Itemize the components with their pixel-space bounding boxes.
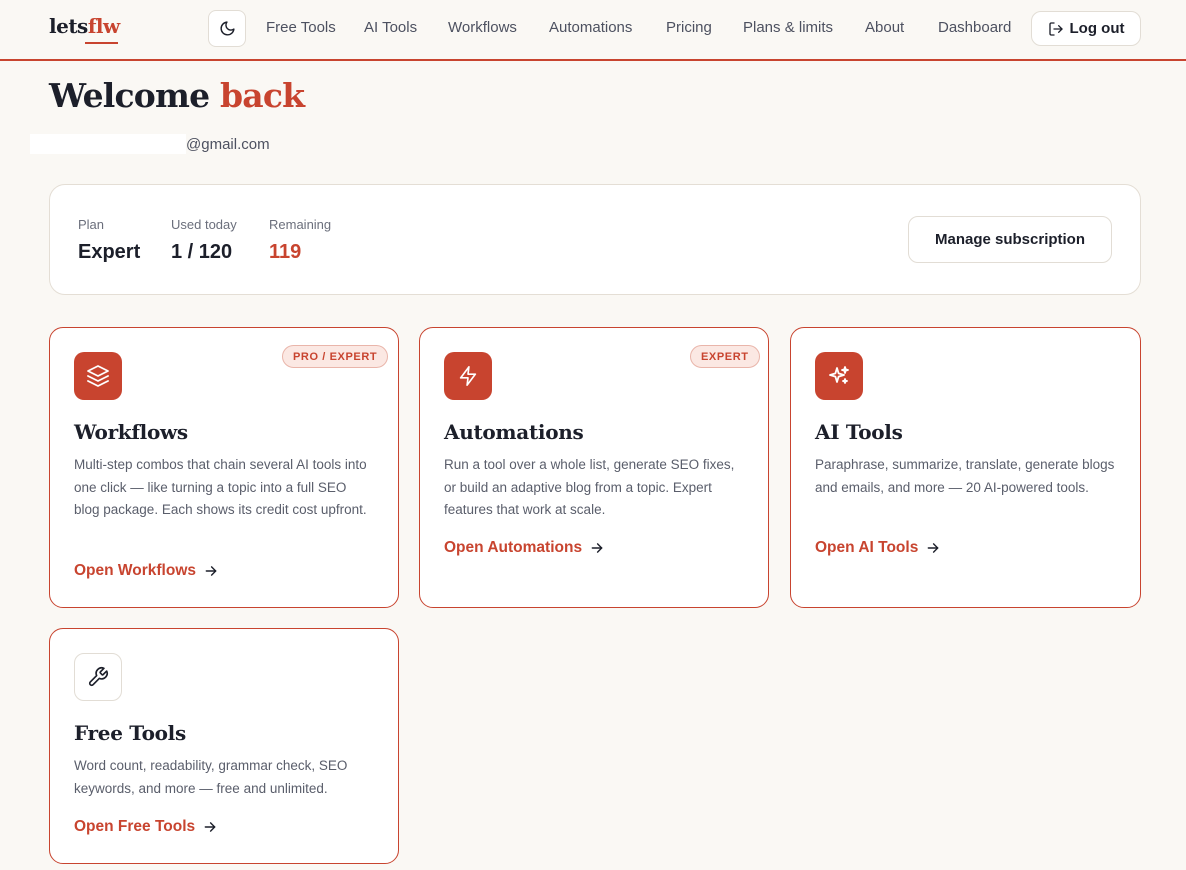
workflows-card[interactable]: PRO / EXPERT Workflows Multi-step combos…: [49, 327, 399, 608]
welcome-title-main: Welcome: [49, 76, 210, 115]
arrow-right-icon: [590, 541, 604, 555]
user-email: @gmail.com: [186, 136, 270, 153]
used-today-value: 1 / 120: [171, 241, 233, 263]
card-link-label: Open AI Tools: [815, 539, 919, 556]
bolt-icon: [459, 366, 477, 386]
arrow-right-icon: [204, 564, 218, 578]
open-automations-link[interactable]: Open Automations: [444, 539, 604, 557]
logout-label: Log out: [1069, 20, 1125, 37]
card-title: Automations: [444, 420, 584, 444]
plan-value: Expert: [78, 241, 141, 263]
theme-toggle-button[interactable]: [208, 10, 246, 47]
card-description: Word count, readability, grammar check, …: [74, 758, 348, 796]
card-title: AI Tools: [815, 420, 903, 444]
open-workflows-link[interactable]: Open Workflows: [74, 562, 218, 580]
remaining-label: Remaining: [269, 217, 332, 232]
used-today-label: Used today: [171, 217, 237, 232]
plan-summary-card: Plan Expert Used today 1 / 120 Remaining…: [49, 184, 1141, 295]
logout-icon: [1048, 21, 1063, 36]
nav-automations[interactable]: Automations: [549, 19, 632, 36]
card-title: Free Tools: [74, 721, 186, 745]
nav-ai-tools[interactable]: AI Tools: [364, 19, 417, 36]
workflows-card-icon: [74, 352, 122, 400]
card-title: Workflows: [74, 420, 188, 444]
free-tools-card-icon: [74, 653, 122, 701]
page-title: Welcome back: [49, 76, 305, 115]
sparkles-icon: [829, 366, 849, 384]
manage-subscription-button[interactable]: Manage subscription: [908, 216, 1112, 263]
logo[interactable]: letsflw: [49, 14, 120, 38]
email-redaction: [30, 134, 186, 154]
automations-card-icon: [444, 352, 492, 400]
logo-accent: flw: [87, 14, 120, 38]
automations-card[interactable]: EXPERT Automations Run a tool over a who…: [419, 327, 769, 608]
nav-about[interactable]: About: [865, 19, 904, 36]
top-navbar: letsflw Free Tools AI Tools Workflows Au…: [0, 0, 1186, 61]
plan-label: Plan: [78, 217, 105, 232]
nav-free-tools[interactable]: Free Tools: [266, 19, 336, 36]
card-description: Multi-step combos that chain several AI …: [74, 457, 367, 518]
plan-badge: PRO / EXPERT: [282, 345, 389, 368]
arrow-right-icon: [203, 820, 217, 834]
open-ai-tools-link[interactable]: Open AI Tools: [815, 539, 940, 557]
layers-icon: [87, 365, 109, 387]
card-description: Run a tool over a whole list, generate S…: [444, 457, 735, 518]
arrow-right-icon: [926, 541, 940, 555]
ai-tools-card-icon: [815, 352, 863, 400]
card-link-label: Open Workflows: [74, 562, 197, 579]
moon-icon: [220, 21, 235, 36]
welcome-title-accent: back: [220, 76, 305, 115]
remaining-value: 119: [269, 241, 302, 263]
free-tools-card[interactable]: Free Tools Word count, readability, gram…: [49, 628, 399, 864]
card-link-label: Open Automations: [444, 539, 583, 556]
nav-workflows[interactable]: Workflows: [448, 19, 517, 36]
card-link-label: Open Free Tools: [74, 818, 196, 835]
nav-plans-limits[interactable]: Plans & limits: [743, 19, 833, 36]
plan-badge: EXPERT: [690, 345, 760, 368]
logout-button[interactable]: Log out: [1031, 11, 1141, 46]
ai-tools-card[interactable]: AI Tools Paraphrase, summarize, translat…: [790, 327, 1141, 608]
open-free-tools-link[interactable]: Open Free Tools: [74, 818, 217, 836]
logo-underline: [85, 42, 118, 44]
card-description: Paraphrase, summarize, translate, genera…: [815, 457, 1115, 495]
logo-prefix: lets: [49, 14, 88, 38]
nav-dashboard[interactable]: Dashboard: [938, 19, 1011, 36]
nav-pricing[interactable]: Pricing: [666, 19, 712, 36]
wrench-icon: [88, 667, 108, 687]
